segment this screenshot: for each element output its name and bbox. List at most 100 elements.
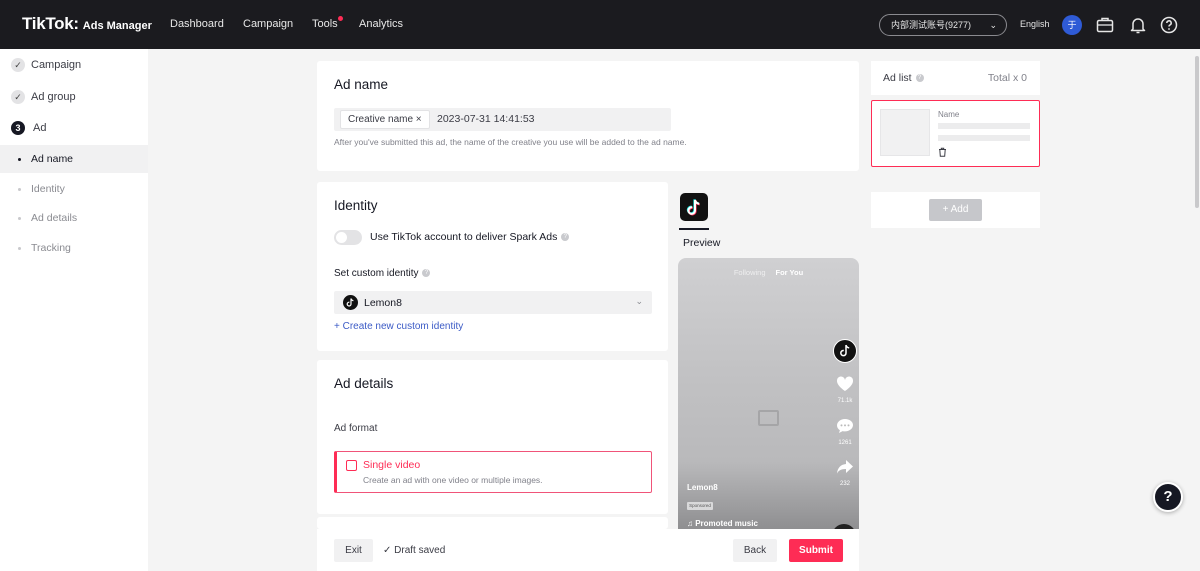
share-action: 232	[835, 459, 855, 487]
nav-dashboard[interactable]: Dashboard	[170, 18, 224, 30]
brand-name: TikTok:	[22, 14, 79, 33]
calendar-icon	[346, 460, 357, 471]
step-label: Ad group	[31, 91, 76, 103]
exit-button[interactable]: Exit	[334, 539, 373, 562]
ad-list-title: Ad list?	[883, 72, 924, 84]
draft-saved-status: ✓ Draft saved	[383, 545, 446, 556]
single-video-option[interactable]: Single video Create an ad with one video…	[334, 451, 652, 493]
single-video-title: Single video	[363, 459, 421, 471]
bullet-icon	[18, 188, 21, 191]
help-floating-button[interactable]: ?	[1153, 482, 1183, 512]
chevron-down-icon: ⌄	[635, 296, 643, 306]
add-ad-button[interactable]: + Add	[929, 199, 982, 221]
top-navigation-bar: TikTok: Ads Manager Dashboard Campaign T…	[0, 0, 1200, 49]
brand-subtitle: Ads Manager	[82, 20, 152, 32]
preview-username: Lemon8	[687, 483, 718, 492]
skeleton-line	[938, 135, 1030, 141]
custom-identity-text: Set custom identity	[334, 268, 419, 279]
following-tab: Following	[733, 268, 766, 277]
substep-label: Tracking	[31, 242, 71, 254]
nav-tools[interactable]: Tools	[312, 16, 343, 30]
share-count: 232	[839, 481, 850, 487]
preview-tab-indicator	[679, 228, 709, 230]
substep-identity[interactable]: Identity	[0, 175, 148, 203]
ad-name-input[interactable]: Creative name × 2023-07-31 14:41:53	[334, 108, 671, 131]
like-action: 71.1k	[835, 376, 855, 404]
spark-ads-label: Use TikTok account to deliver Spark Ads?	[370, 231, 570, 243]
creation-steps-sidebar: ✓ Campaign ✓ Ad group 3 Ad Ad name Ident…	[0, 49, 148, 571]
footer-action-bar: Exit ✓ Draft saved Back Submit	[317, 529, 859, 571]
tiktok-ads-manager-logo[interactable]: TikTok: Ads Manager	[22, 14, 152, 34]
step-label: Campaign	[31, 59, 82, 71]
ad-name-value: 2023-07-31 14:41:53	[437, 113, 535, 125]
nav-campaign[interactable]: Campaign	[243, 18, 293, 30]
comment-icon	[837, 419, 853, 433]
nav-tools-label: Tools	[312, 18, 338, 30]
bullet-icon	[18, 158, 21, 161]
substep-ad-name[interactable]: Ad name	[0, 145, 148, 173]
check-icon: ✓	[11, 58, 25, 72]
preview-tab[interactable]: Preview	[683, 237, 720, 249]
bullet-icon	[18, 217, 21, 220]
promoted-music-label: ♫ Promoted music	[687, 519, 758, 528]
creative-name-chip[interactable]: Creative name ×	[340, 110, 430, 129]
substep-label: Ad name	[31, 153, 74, 165]
step-campaign[interactable]: ✓ Campaign	[11, 58, 81, 72]
substep-ad-details[interactable]: Ad details	[0, 204, 148, 232]
ad-name-card: Ad name Creative name × 2023-07-31 14:41…	[317, 61, 859, 171]
info-icon[interactable]: ?	[915, 74, 924, 83]
ad-thumbnail	[880, 109, 930, 156]
info-icon[interactable]: ?	[422, 269, 431, 278]
step-ad[interactable]: 3 Ad	[11, 121, 46, 135]
ad-list-total: Total x 0	[987, 72, 1027, 84]
step-label: Ad	[33, 122, 47, 134]
page-scrollbar[interactable]	[1195, 56, 1199, 208]
custom-identity-label: Set custom identity?	[334, 268, 431, 279]
account-name: 内部测试账号(9277)	[891, 20, 972, 30]
foryou-tab: For You	[775, 268, 804, 277]
user-avatar[interactable]: 于	[1062, 15, 1082, 35]
sponsored-badge: Sponsored	[687, 502, 713, 510]
like-count: 71.1k	[837, 398, 853, 404]
ad-details-title: Ad details	[334, 376, 394, 391]
video-preview-phone: Following For You 71.1k 1261 232 Lemon8 S…	[678, 258, 859, 530]
identity-select[interactable]: Lemon8 ⌄	[334, 291, 652, 314]
identity-title: Identity	[334, 198, 378, 213]
comment-action: 1261	[835, 418, 855, 446]
identity-card: Identity Use TikTok account to deliver S…	[317, 182, 668, 351]
ad-name-title: Ad name	[334, 77, 389, 92]
skeleton-line	[938, 123, 1030, 129]
add-ad-section: + Add	[871, 192, 1040, 228]
substep-tracking[interactable]: Tracking	[0, 234, 148, 262]
ad-details-card: Ad details Ad format Single video Create…	[317, 360, 668, 514]
help-icon[interactable]	[1159, 15, 1179, 35]
identity-avatar	[343, 295, 358, 310]
submit-button[interactable]: Submit	[789, 539, 843, 562]
feed-tabs: Following For You	[678, 268, 859, 277]
tiktok-note-icon	[346, 298, 354, 307]
step-ad-group[interactable]: ✓ Ad group	[11, 90, 76, 104]
heart-icon	[836, 376, 854, 391]
next-section-card	[317, 517, 668, 529]
trash-icon[interactable]	[938, 147, 947, 157]
video-placeholder-icon	[758, 410, 779, 426]
language-switcher[interactable]: English	[1020, 19, 1050, 29]
info-icon[interactable]: ?	[561, 233, 570, 242]
chevron-down-icon: ⌄	[989, 20, 997, 30]
bell-icon[interactable]	[1128, 15, 1148, 35]
nav-analytics[interactable]: Analytics	[359, 18, 403, 30]
back-button[interactable]: Back	[733, 539, 777, 562]
substep-label: Ad details	[31, 212, 78, 224]
spark-ads-text: Use TikTok account to deliver Spark Ads	[370, 231, 558, 243]
spark-ads-toggle[interactable]	[334, 230, 362, 245]
share-icon	[837, 460, 853, 474]
identity-select-value: Lemon8	[364, 297, 402, 309]
ad-format-label: Ad format	[334, 423, 378, 434]
tiktok-note-icon	[686, 199, 700, 216]
ad-list-item[interactable]: Name	[871, 100, 1040, 167]
briefcase-icon[interactable]	[1095, 15, 1115, 35]
create-identity-link[interactable]: + Create new custom identity	[334, 321, 463, 332]
tiktok-note-icon	[840, 344, 850, 357]
tiktok-logo-icon[interactable]	[680, 193, 708, 221]
account-selector[interactable]: 内部测试账号(9277) ⌄	[879, 14, 1007, 36]
